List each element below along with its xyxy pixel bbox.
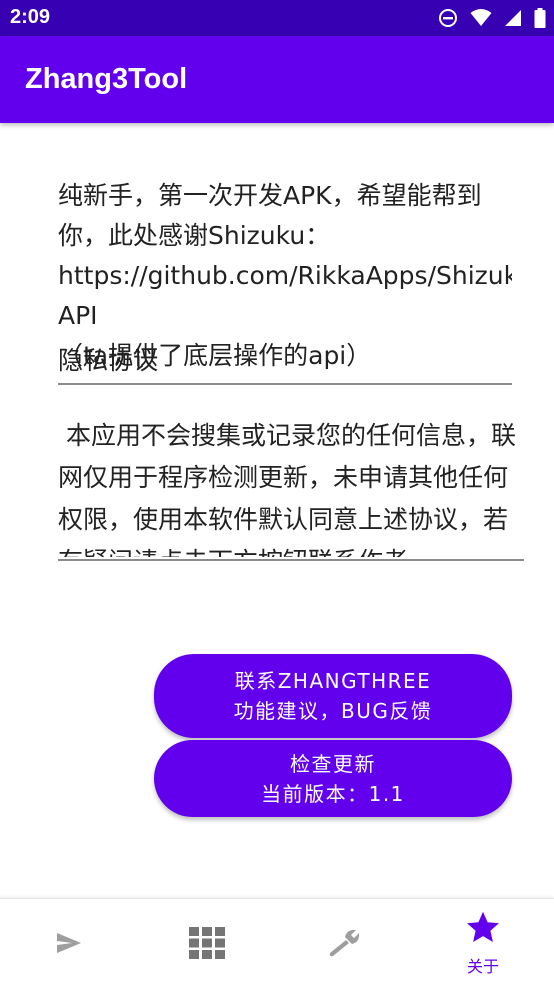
contact-button[interactable]: 联系ZHANGTHREE 功能建议，BUG反馈 — [154, 654, 512, 738]
divider — [58, 383, 512, 385]
contact-button-line1: 联系ZHANGTHREE — [234, 669, 432, 693]
send-icon — [57, 933, 81, 953]
status-time: 2:09 — [10, 6, 51, 28]
check-update-button[interactable]: 检查更新 当前版本：1.1 — [154, 740, 512, 817]
wrench-icon — [329, 929, 360, 957]
star-icon — [467, 911, 499, 943]
signal-icon — [505, 10, 521, 26]
app-bar: Zhang3Tool — [0, 36, 554, 123]
intro-text: 纯新手，第一次开发APK，希望能帮到你，此处感谢Shizuku： — [58, 181, 482, 250]
status-icons — [438, 8, 546, 28]
nav-label-about: 关于 — [466, 957, 499, 976]
privacy-text: 本应用不会搜集或记录您的任何信息，联网仅用于程序检测更新，未申请其他任何权限，使… — [58, 421, 516, 557]
apps-grid-icon — [189, 927, 225, 959]
intro-link: https://github.com/RikkaApps/Shizuku-API — [58, 261, 512, 330]
status-bar: 2:09 — [0, 0, 554, 36]
battery-icon — [534, 8, 546, 28]
nav-item-tools[interactable] — [276, 899, 414, 986]
nav-item-apps[interactable] — [138, 899, 276, 986]
nav-item-send[interactable] — [0, 899, 138, 986]
privacy-scroll-box[interactable]: 本应用不会搜集或记录您的任何信息，联网仅用于程序检测更新，未申请其他任何权限，使… — [58, 415, 518, 557]
check-update-line1: 检查更新 — [290, 751, 376, 776]
divider — [58, 559, 524, 561]
app-title: Zhang3Tool — [25, 63, 188, 95]
check-update-line2: 当前版本：1.1 — [261, 781, 405, 806]
wifi-icon — [470, 9, 492, 26]
contact-button-line2: 功能建议，BUG反馈 — [233, 699, 433, 723]
nav-item-about[interactable]: 关于 — [414, 899, 552, 986]
bottom-nav: 关于 — [0, 898, 554, 986]
do-not-disturb-icon — [439, 9, 457, 27]
privacy-title: 隐私协议 — [58, 346, 159, 375]
